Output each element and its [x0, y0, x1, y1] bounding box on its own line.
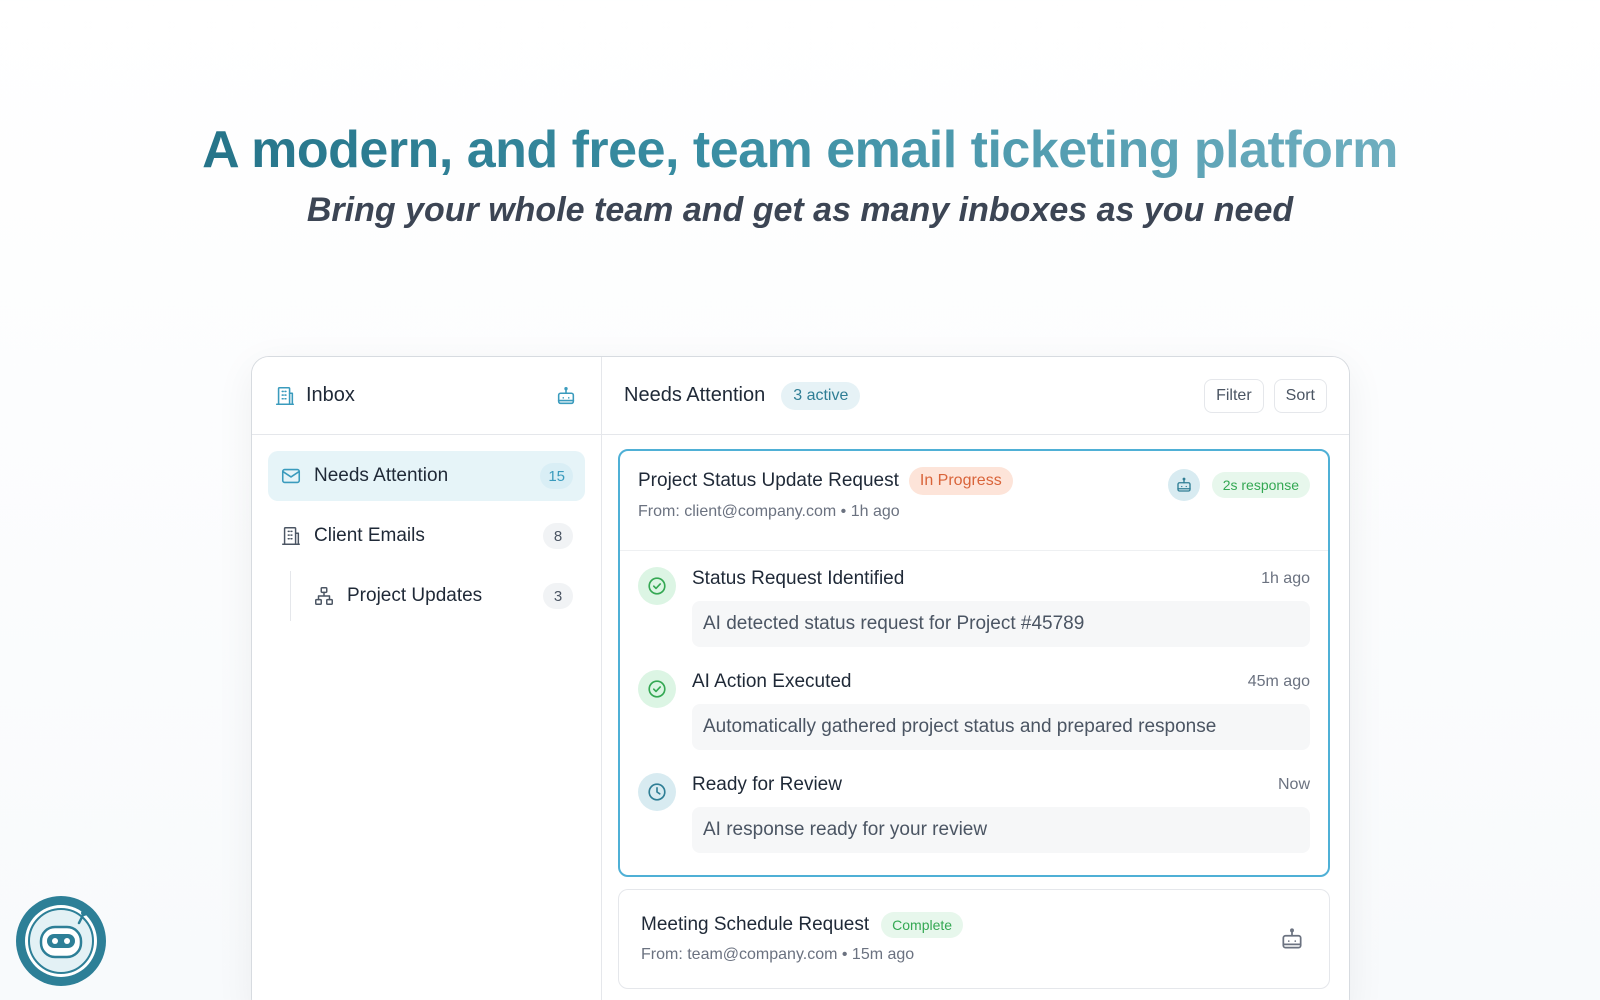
sidebar-title: Inbox [306, 384, 355, 406]
timeline-step: Ready for Review Now AI response ready f… [638, 771, 1310, 874]
count-badge: 8 [543, 523, 573, 549]
sidebar-item-client-emails[interactable]: Client Emails 8 [268, 511, 585, 561]
building-icon [274, 385, 296, 407]
app-window: Inbox Needs Attention 15 Client Emails 8… [251, 356, 1350, 1000]
ticket-card[interactable]: Meeting Schedule Request Complete From: … [618, 889, 1330, 989]
active-count-badge: 3 active [781, 381, 861, 410]
step-time: Now [1277, 776, 1310, 793]
sidebar-item-project-updates[interactable]: Project Updates 3 [303, 571, 585, 621]
sidebar-item-needs-attention[interactable]: Needs Attention 15 [268, 451, 585, 501]
ticket-timeline: Status Request Identified 1h ago AI dete… [620, 551, 1328, 874]
check-circle-icon [638, 670, 676, 708]
clock-icon [638, 773, 676, 811]
filter-button[interactable]: Filter [1204, 378, 1264, 413]
sidebar-header: Inbox [252, 357, 601, 435]
step-title: AI Action Executed [692, 671, 852, 692]
mascot-avatar[interactable] [16, 896, 106, 986]
sidebar-item-label: Client Emails [314, 525, 425, 546]
sidebar-item-label: Project Updates [347, 585, 483, 606]
check-circle-icon [638, 567, 676, 605]
bot-icon[interactable] [1279, 926, 1305, 952]
sidebar-nav: Needs Attention 15 Client Emails 8 Proje… [252, 435, 601, 637]
step-description: AI response ready for your review [692, 807, 1310, 853]
ticket-meta: From: team@company.com • 15m ago [641, 946, 915, 963]
step-description: Automatically gathered project status an… [692, 704, 1310, 750]
step-time: 45m ago [1247, 673, 1310, 690]
sort-button[interactable]: Sort [1273, 378, 1327, 413]
ticket-title: Project Status Update Request [638, 470, 899, 491]
ticket-meta: From: client@company.com • 1h ago [638, 503, 900, 520]
count-badge: 15 [540, 463, 573, 489]
hero-subtitle: Bring your whole team and get as many in… [306, 191, 1294, 229]
ticket-header: Project Status Update Request In Progres… [620, 451, 1328, 551]
building-icon [280, 525, 302, 547]
step-title: Status Request Identified [692, 568, 905, 589]
step-title: Ready for Review [692, 774, 842, 795]
status-badge: In Progress [908, 467, 1013, 495]
count-badge: 3 [543, 583, 573, 609]
mail-icon [280, 465, 302, 487]
sidebar: Inbox Needs Attention 15 Client Emails 8… [252, 357, 602, 1000]
step-time: 1h ago [1261, 570, 1310, 587]
main-panel: Needs Attention 3 active Filter Sort Pro… [602, 357, 1349, 1000]
bot-icon[interactable] [1167, 469, 1200, 501]
main-header: Needs Attention 3 active Filter Sort [602, 357, 1349, 435]
timeline-step: Status Request Identified 1h ago AI dete… [638, 565, 1310, 668]
bot-icon[interactable] [555, 385, 577, 407]
ticket-title: Meeting Schedule Request [641, 914, 870, 935]
sidebar-item-label: Needs Attention [314, 465, 449, 486]
ticket-card-expanded[interactable]: Project Status Update Request In Progres… [618, 449, 1330, 877]
sidebar-subgroup: Project Updates 3 [290, 571, 585, 621]
page-title: Needs Attention [624, 384, 766, 406]
robot-mascot-icon [25, 905, 97, 977]
status-badge: Complete [881, 912, 964, 938]
response-time-badge: 2s response [1211, 472, 1310, 498]
network-icon [313, 585, 335, 607]
hero-title: A modern, and free, team email ticketing… [0, 118, 1600, 182]
hero: A modern, and free, team email ticketing… [0, 118, 1600, 232]
timeline-step: AI Action Executed 45m ago Automatically… [638, 668, 1310, 771]
step-description: AI detected status request for Project #… [692, 601, 1310, 647]
